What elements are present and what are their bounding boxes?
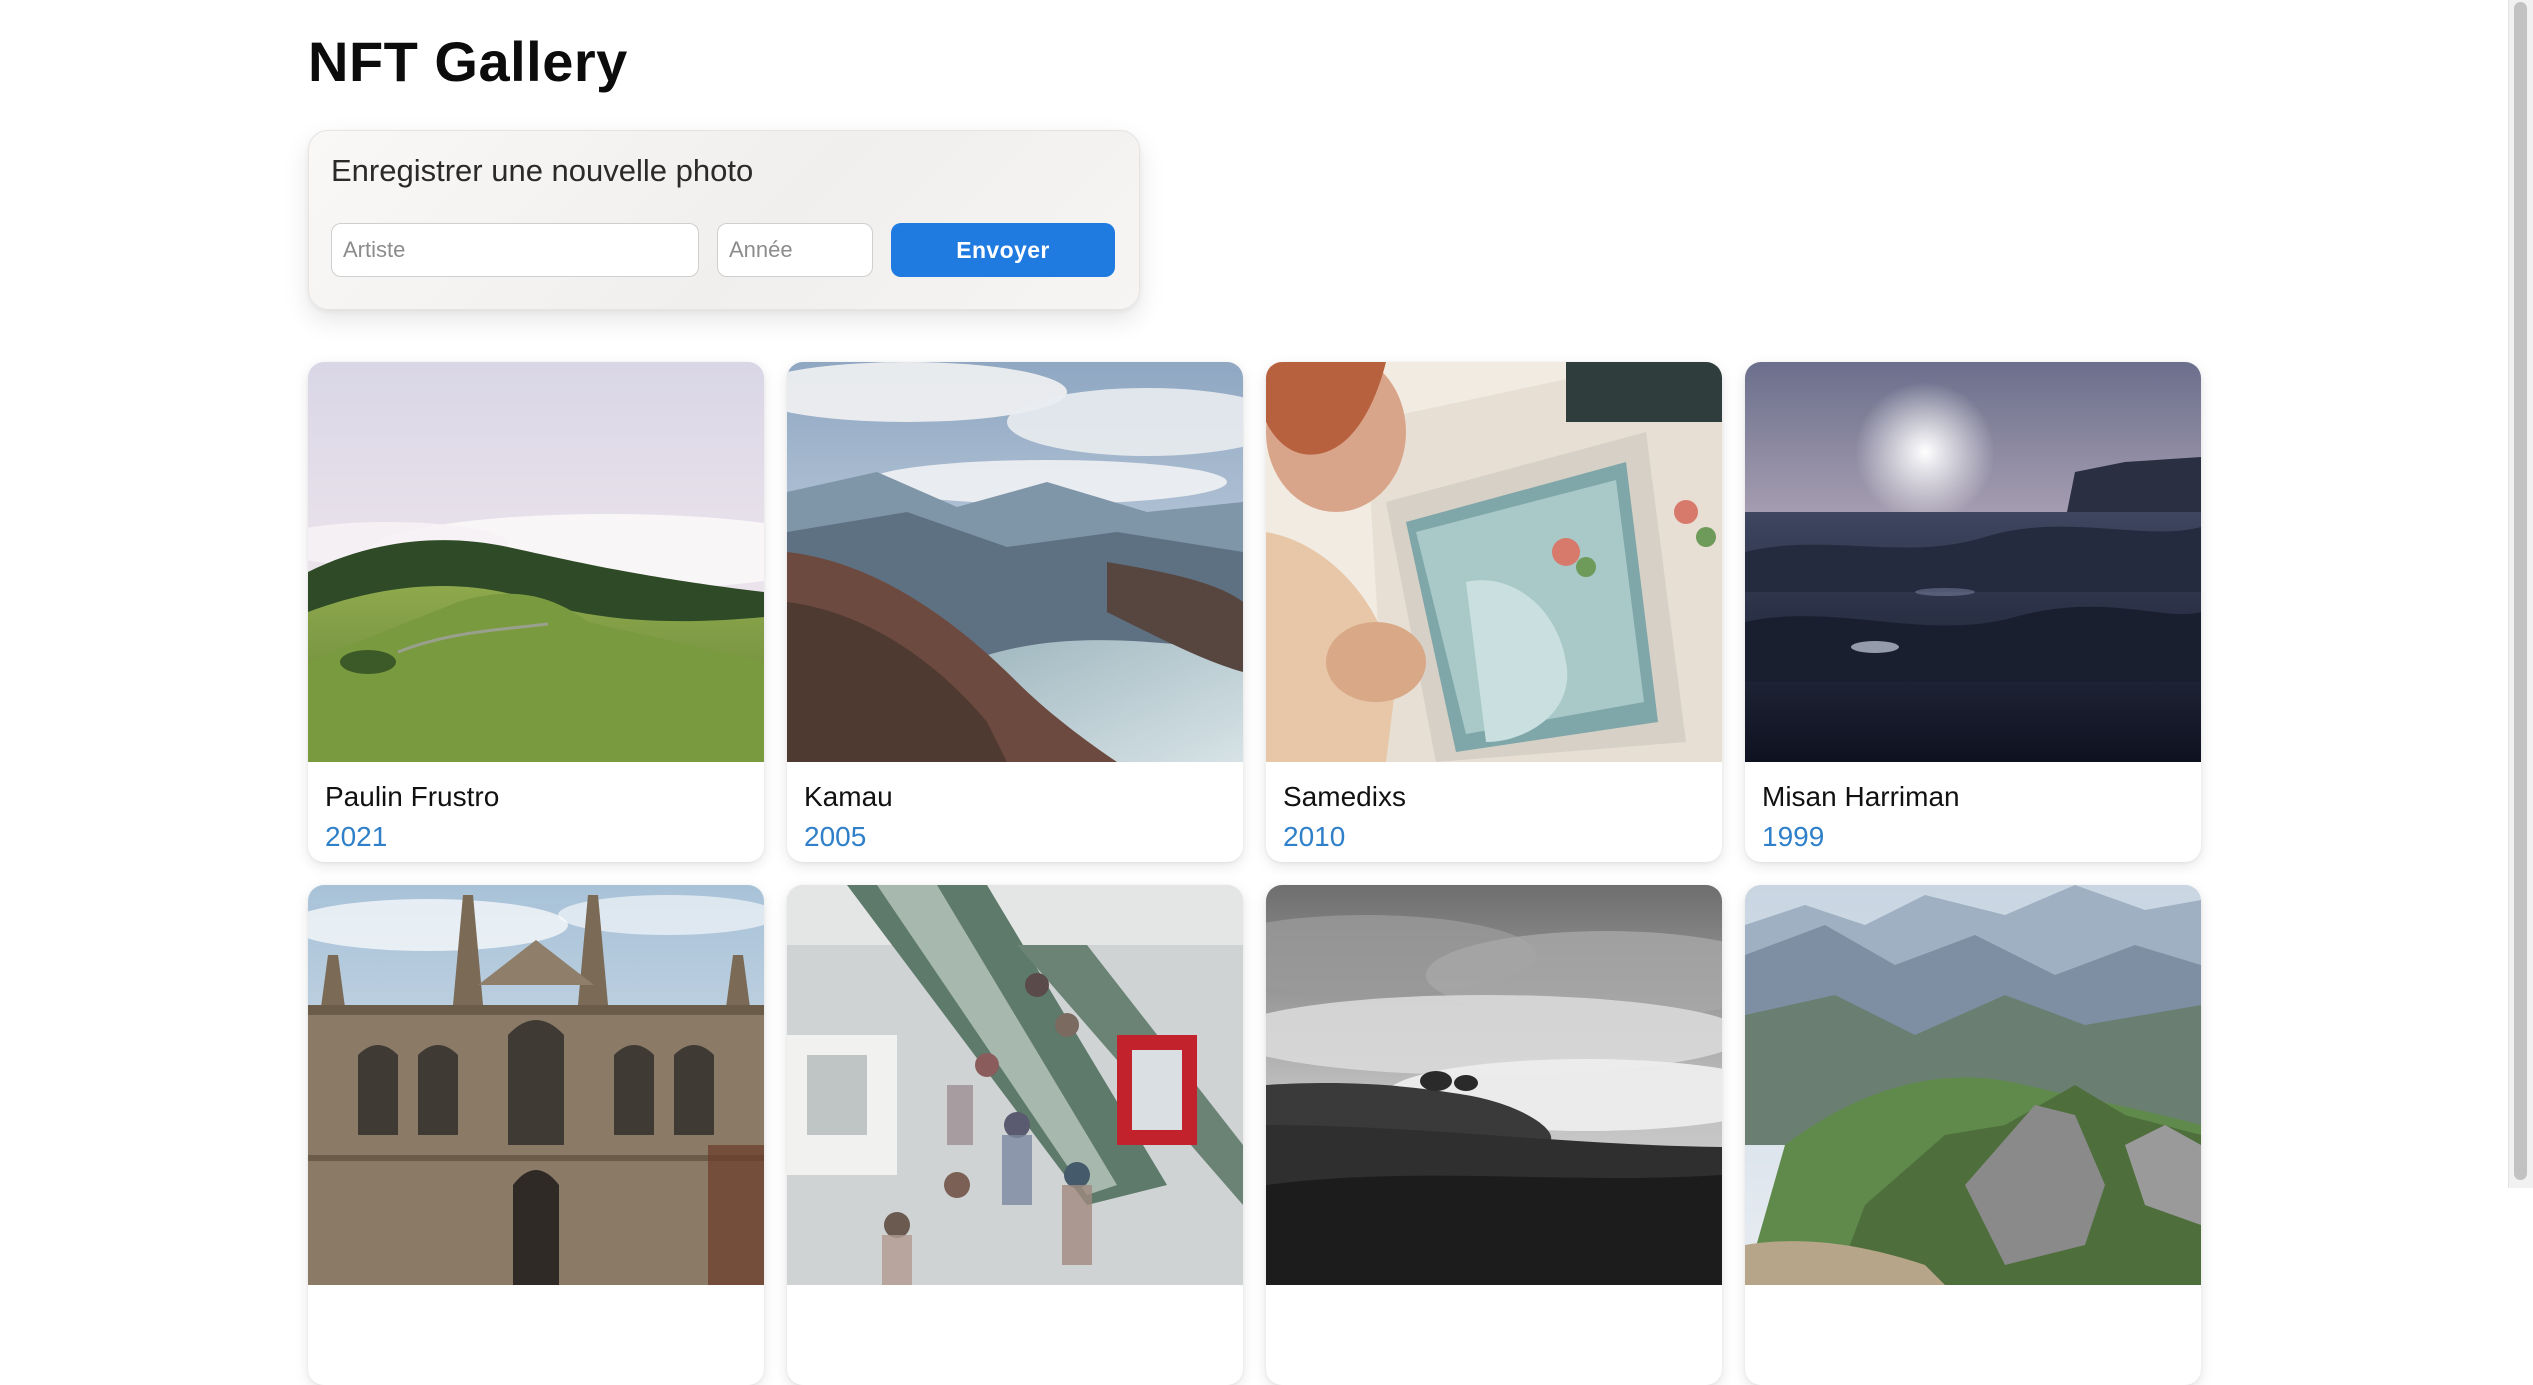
card-artist: Samedixs bbox=[1283, 781, 1406, 812]
card-year: 2021 bbox=[325, 821, 388, 852]
vertical-scrollbar[interactable] bbox=[2508, 0, 2533, 1188]
card-artist: Paulin Frustro bbox=[325, 781, 500, 812]
photo-card[interactable]: Samedixs 2010 bbox=[1266, 362, 1722, 862]
photo-card[interactable] bbox=[1745, 885, 2201, 1385]
crowded-station-escalators-photo[interactable] bbox=[787, 885, 1243, 1285]
artist-input[interactable] bbox=[331, 223, 699, 277]
photo-gallery: Paulin Frustro 2021 Kamau 2005 Samedixs … bbox=[308, 362, 2204, 1385]
couple-in-vintage-van-photo[interactable] bbox=[1266, 362, 1722, 762]
card-year: 2010 bbox=[1283, 821, 1346, 852]
photo-card[interactable]: Misan Harriman 1999 bbox=[1745, 362, 2201, 862]
year-input[interactable] bbox=[717, 223, 873, 277]
mountain-lake-valley-photo[interactable] bbox=[787, 362, 1243, 762]
card-artist: Misan Harriman bbox=[1762, 781, 1960, 812]
green-hills-and-fog-photo[interactable] bbox=[308, 362, 764, 762]
scrollbar-thumb[interactable] bbox=[2514, 2, 2527, 1180]
send-button[interactable]: Envoyer bbox=[891, 223, 1115, 277]
photo-card[interactable]: Kamau 2005 bbox=[787, 362, 1243, 862]
mountain-ridge-landscape-photo[interactable] bbox=[1745, 885, 2201, 1285]
dark-sea-waves-photo[interactable] bbox=[1745, 362, 2201, 762]
photo-card[interactable]: Paulin Frustro 2021 bbox=[308, 362, 764, 862]
card-year: 1999 bbox=[1762, 821, 1825, 852]
photo-card[interactable] bbox=[1266, 885, 1722, 1385]
new-photo-form: Enregistrer une nouvelle photo Envoyer bbox=[308, 130, 1140, 310]
photo-card[interactable] bbox=[308, 885, 764, 1385]
gothic-college-building-photo[interactable] bbox=[308, 885, 764, 1285]
photo-card[interactable] bbox=[787, 885, 1243, 1385]
black-and-white-sea-of-clouds-photo[interactable] bbox=[1266, 885, 1722, 1285]
page-title: NFT Gallery bbox=[308, 30, 628, 93]
card-year: 2005 bbox=[804, 821, 867, 852]
form-title: Enregistrer une nouvelle photo bbox=[331, 153, 754, 188]
card-artist: Kamau bbox=[804, 781, 893, 812]
